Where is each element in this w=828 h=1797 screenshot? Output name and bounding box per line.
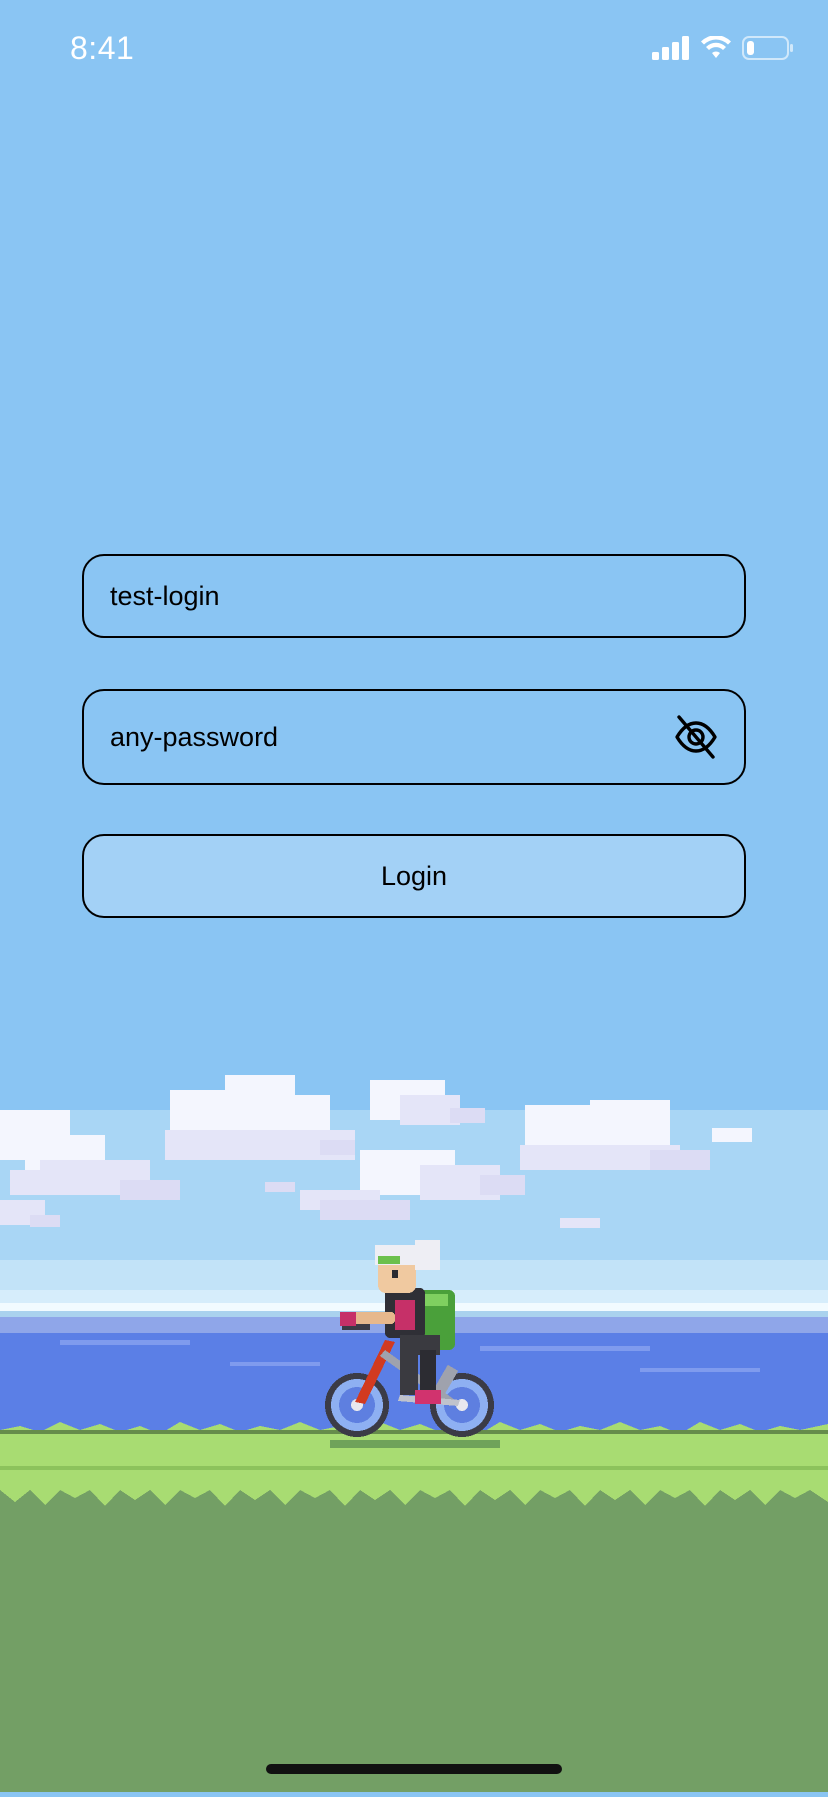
password-field[interactable] — [82, 689, 746, 785]
signal-icon — [652, 36, 690, 65]
cloud — [370, 1080, 485, 1125]
battery-icon — [742, 36, 794, 65]
wifi-icon — [700, 35, 732, 65]
login-field[interactable] — [82, 554, 746, 638]
login-button[interactable]: Login — [82, 834, 746, 918]
status-bar: 8:41 — [0, 0, 828, 100]
password-input[interactable] — [84, 691, 716, 783]
home-indicator[interactable] — [266, 1764, 562, 1774]
cloud — [165, 1075, 355, 1160]
scene-illustration — [0, 1050, 828, 1792]
login-input[interactable] — [84, 556, 744, 636]
status-icons — [652, 35, 794, 65]
eye-off-icon[interactable] — [672, 713, 720, 761]
status-time: 8:41 — [70, 30, 135, 66]
